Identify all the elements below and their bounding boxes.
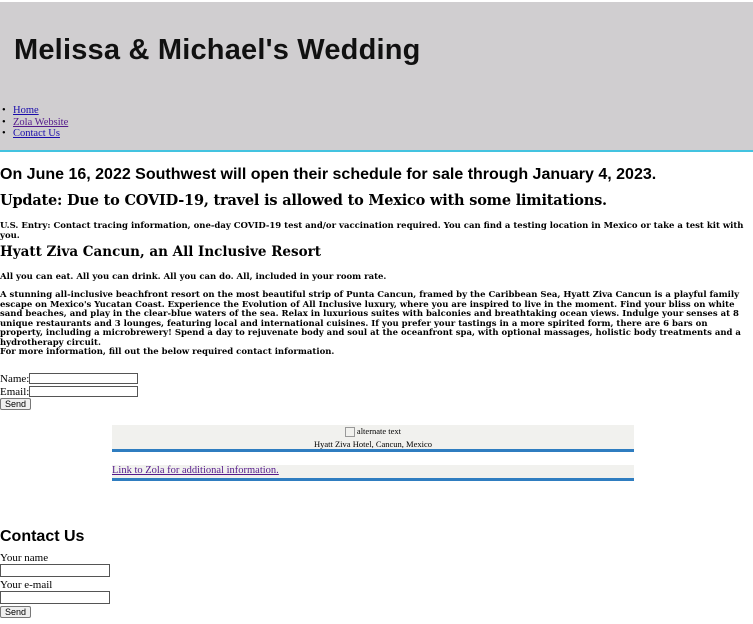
contact-send-button[interactable]: Send — [0, 606, 32, 618]
site-header: Melissa & Michael's Wedding • Home • Zola … — [0, 0, 753, 152]
resort-heading: Hyatt Ziva Cancun, an All Inclusive Reso… — [0, 244, 321, 260]
bullet-icon: • — [2, 128, 6, 139]
more-info-text: For more information, fill out the below… — [0, 347, 335, 357]
hotel-image: alternate text — [112, 425, 634, 438]
bullet-icon: • — [2, 105, 6, 116]
header-top-border — [0, 0, 753, 2]
nav-link-home[interactable]: Home — [13, 105, 39, 116]
nav-list: • Home • Zola Website • Contact Us — [0, 105, 68, 140]
resort-description: A stunning all-inclusive beachfront reso… — [0, 290, 741, 348]
your-name-label: Your name — [0, 552, 49, 564]
update-heading: Update: Due to COVID-19, travel is allow… — [0, 192, 607, 209]
image-alt-text: alternate text — [356, 426, 402, 436]
name-row: Name: — [0, 372, 139, 385]
figure-caption: Hyatt Ziva Hotel, Cancun, Mexico — [313, 439, 433, 450]
broken-image-icon — [344, 427, 355, 438]
email-row: Email: — [0, 385, 139, 398]
entry-text: U.S. Entry: Contact tracing information,… — [0, 221, 744, 241]
contact-form: Your name Your e-mail Send — [0, 552, 110, 618]
email-input[interactable] — [29, 386, 139, 397]
hotel-figure: alternate text Hyatt Ziva Hotel, Cancun,… — [112, 425, 634, 452]
site-title: Melissa & Michael's Wedding — [14, 34, 421, 66]
name-label: Name: — [0, 372, 30, 385]
send-button[interactable]: Send — [0, 398, 32, 410]
eat-text: All you can eat. All you can drink. All … — [0, 272, 387, 282]
your-name-input[interactable] — [0, 564, 110, 577]
nav-link-contact[interactable]: Contact Us — [13, 128, 60, 139]
sale-heading: On June 16, 2022 Southwest will open the… — [0, 166, 657, 183]
name-input[interactable] — [29, 373, 139, 384]
zola-link[interactable]: Link to Zola for additional information. — [112, 465, 279, 476]
email-label: Email: — [0, 385, 30, 398]
nav-item-home: • Home — [0, 105, 68, 117]
nav-item-zola: • Zola Website — [0, 117, 68, 129]
bullet-icon: • — [2, 116, 6, 128]
nav-link-zola[interactable]: Zola Website — [13, 117, 68, 128]
contact-heading: Contact Us — [0, 528, 85, 545]
nav-item-contact: • Contact Us — [0, 128, 68, 140]
your-email-label: Your e-mail — [0, 579, 53, 591]
zola-link-box: Link to Zola for additional information. — [112, 465, 634, 481]
info-form: Name: Email: Send — [0, 372, 139, 410]
your-email-input[interactable] — [0, 591, 110, 604]
